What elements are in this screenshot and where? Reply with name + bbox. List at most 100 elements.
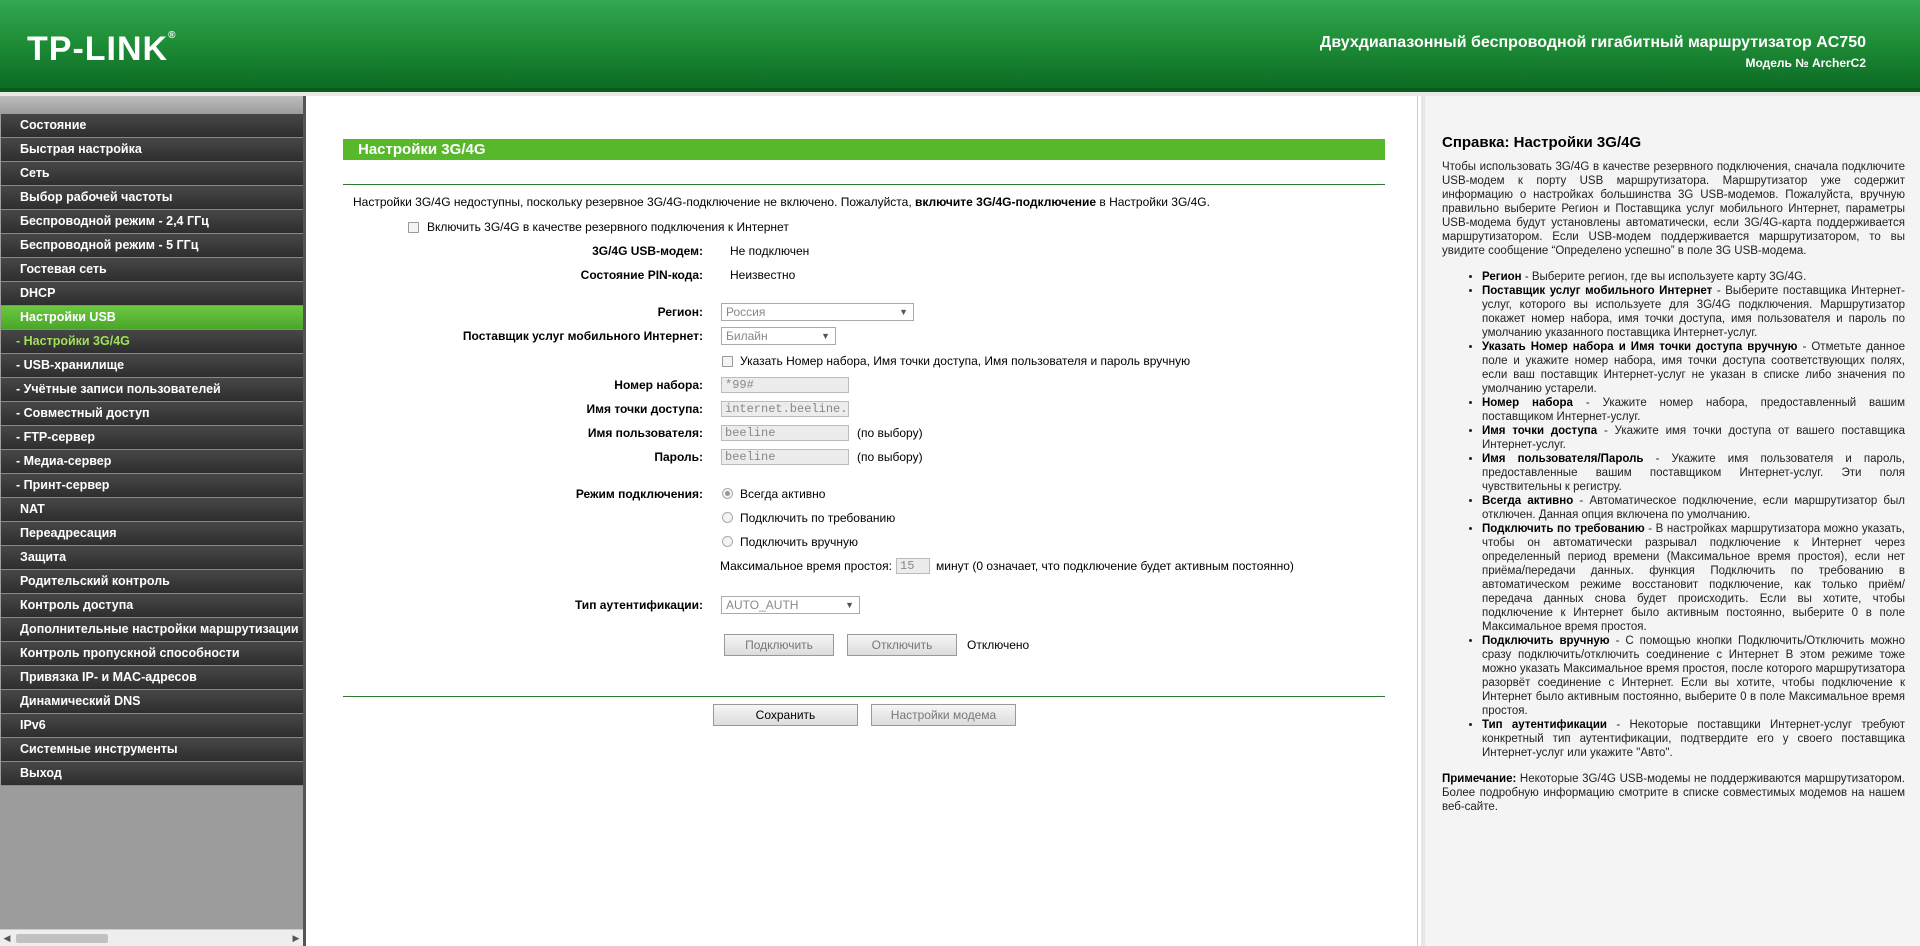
- mode-always-label: Всегда активно: [740, 487, 826, 501]
- scroll-thumb[interactable]: [16, 934, 108, 943]
- region-select[interactable]: Россия ▼: [721, 303, 914, 321]
- mode-manual-radio[interactable]: [722, 536, 733, 547]
- sidebar-item-27[interactable]: Выход: [1, 762, 303, 786]
- connect-button[interactable]: Подключить: [724, 634, 834, 656]
- auth-label: Тип аутентификации:: [574, 598, 703, 612]
- sidebar-item-15[interactable]: - Принт-сервер: [1, 474, 303, 498]
- divider: [343, 184, 1385, 185]
- divider: [343, 696, 1385, 697]
- sidebar-item-12[interactable]: - Совместный доступ: [1, 402, 303, 426]
- help-item: Регион - Выберите регион, где вы использ…: [1482, 270, 1905, 284]
- nav-list: Состояние Быстрая настройка Сеть Выбор рабо…: [0, 114, 303, 786]
- sidebar-item-11[interactable]: - Учётные записи пользователей: [1, 378, 303, 402]
- sidebar-item-2[interactable]: Сеть: [1, 162, 303, 186]
- manual-checkbox[interactable]: [722, 356, 733, 367]
- chevron-down-icon: ▼: [899, 307, 908, 317]
- manual-label: Указать Номер набора, Имя точки доступа,…: [740, 354, 1191, 368]
- sidebar-item-10[interactable]: - USB-хранилище: [1, 354, 303, 378]
- help-item: Имя пользователя/Пароль - Укажите имя по…: [1482, 452, 1905, 494]
- main-panel: Настройки 3G/4G Настройки 3G/4G недоступ…: [310, 96, 1418, 946]
- mode-manual-label: Подключить вручную: [740, 535, 858, 549]
- username-input[interactable]: beeline: [721, 425, 849, 441]
- modem-value: Не подключен: [730, 244, 810, 258]
- idle-label: Максимальное время простоя:: [720, 559, 892, 573]
- apn-input[interactable]: internet.beeline.ru: [721, 401, 849, 417]
- help-item: Подключить по требованию - В настройках …: [1482, 522, 1905, 634]
- sidebar: Состояние Быстрая настройка Сеть Выбор рабо…: [0, 96, 306, 946]
- product-name: Двухдиапазонный беспроводной гигабитный …: [1319, 34, 1866, 51]
- sidebar-item-0[interactable]: Состояние: [1, 114, 303, 138]
- sidebar-item-13[interactable]: - FTP-сервер: [1, 426, 303, 450]
- password-label: Пароль:: [654, 450, 703, 464]
- sidebar-item-21[interactable]: Дополнительные настройки маршрутизации: [1, 618, 303, 642]
- sidebar-item-16[interactable]: NAT: [1, 498, 303, 522]
- sidebar-item-25[interactable]: IPv6: [1, 714, 303, 738]
- help-note: Примечание: Некоторые 3G/4G USB-модемы н…: [1442, 773, 1905, 813]
- help-item: Поставщик услуг мобильного Интернет - Вы…: [1482, 284, 1905, 340]
- isp-select[interactable]: Билайн ▼: [721, 327, 836, 345]
- notice-text: Настройки 3G/4G недоступны, поскольку ре…: [353, 195, 1210, 209]
- username-optional: (по выбору): [857, 426, 923, 440]
- idle-input[interactable]: 15: [896, 558, 930, 574]
- auth-select[interactable]: AUTO_AUTH ▼: [721, 596, 860, 614]
- scroll-left-icon[interactable]: ◀: [2, 933, 12, 943]
- sidebar-item-26[interactable]: Системные инструменты: [1, 738, 303, 762]
- connection-status: Отключено: [967, 638, 1030, 652]
- model-number: Модель № ArcherC2: [1745, 56, 1866, 70]
- sidebar-item-17[interactable]: Переадресация: [1, 522, 303, 546]
- mode-demand-label: Подключить по требованию: [740, 511, 896, 525]
- sidebar-item-6[interactable]: Гостевая сеть: [1, 258, 303, 282]
- pin-value: Неизвестно: [730, 268, 796, 282]
- isp-label: Поставщик услуг мобильного Интернет:: [462, 329, 703, 343]
- modem-settings-button[interactable]: Настройки модема: [871, 704, 1016, 726]
- sidebar-item-22[interactable]: Контроль пропускной способности: [1, 642, 303, 666]
- mode-label: Режим подключения:: [575, 487, 703, 501]
- sidebar-item-20[interactable]: Контроль доступа: [1, 594, 303, 618]
- sidebar-item-8[interactable]: Настройки USB: [1, 306, 303, 330]
- save-button[interactable]: Сохранить: [713, 704, 858, 726]
- scroll-right-icon[interactable]: ▶: [291, 933, 301, 943]
- tp-link-logo: TP-LINK®: [27, 30, 177, 68]
- username-label: Имя пользователя:: [587, 426, 703, 440]
- sidebar-item-5[interactable]: Беспроводной режим - 5 ГГц: [1, 234, 303, 258]
- sidebar-item-14[interactable]: - Медиа-сервер: [1, 450, 303, 474]
- mode-always-radio[interactable]: [722, 488, 733, 499]
- dial-input[interactable]: *99#: [721, 377, 849, 393]
- help-panel: Справка: Настройки 3G/4G Чтобы использов…: [1421, 96, 1920, 946]
- help-title: Справка: Настройки 3G/4G: [1442, 134, 1642, 151]
- help-item: Указать Номер набора и Имя точки доступа…: [1482, 340, 1905, 396]
- dial-label: Номер набора:: [614, 378, 703, 392]
- help-item: Подключить вручную - С помощью кнопки По…: [1482, 634, 1905, 718]
- sidebar-item-18[interactable]: Защита: [1, 546, 303, 570]
- enable-backup-label: Включить 3G/4G в качестве резервного под…: [427, 220, 789, 234]
- chevron-down-icon: ▼: [821, 331, 830, 341]
- chevron-down-icon: ▼: [845, 600, 854, 610]
- help-list: Регион - Выберите регион, где вы использ…: [1482, 270, 1905, 760]
- sidebar-item-9[interactable]: - Настройки 3G/4G: [1, 330, 303, 354]
- help-item: Тип аутентификации - Некоторые поставщик…: [1482, 718, 1905, 760]
- sidebar-item-3[interactable]: Выбор рабочей частоты: [1, 186, 303, 210]
- enable-backup-checkbox[interactable]: [408, 222, 419, 233]
- sidebar-top: [0, 96, 303, 114]
- mode-demand-radio[interactable]: [722, 512, 733, 523]
- pin-label: Состояние PIN-кода:: [580, 268, 703, 282]
- sidebar-item-19[interactable]: Родительский контроль: [1, 570, 303, 594]
- disconnect-button[interactable]: Отключить: [847, 634, 957, 656]
- password-input[interactable]: beeline: [721, 449, 849, 465]
- product-info: Двухдиапазонный беспроводной гигабитный …: [1320, 34, 1866, 70]
- region-label: Регион:: [657, 305, 703, 319]
- help-item: Номер набора - Укажите номер набора, пре…: [1482, 396, 1905, 424]
- idle-hint: минут (0 означает, что подключение будет…: [936, 559, 1294, 573]
- sidebar-scrollbar[interactable]: ◀ ▶: [0, 929, 303, 946]
- sidebar-item-1[interactable]: Быстрая настройка: [1, 138, 303, 162]
- help-item: Имя точки доступа - Укажите имя точки до…: [1482, 424, 1905, 452]
- page-title: Настройки 3G/4G: [343, 139, 1385, 160]
- modem-label: 3G/4G USB-модем:: [592, 244, 703, 258]
- sidebar-item-24[interactable]: Динамический DNS: [1, 690, 303, 714]
- sidebar-item-23[interactable]: Привязка IP- и MAC-адресов: [1, 666, 303, 690]
- header: TP-LINK® Двухдиапазонный беспроводной ги…: [0, 0, 1920, 92]
- password-optional: (по выбору): [857, 450, 923, 464]
- apn-label: Имя точки доступа:: [586, 402, 703, 416]
- sidebar-item-7[interactable]: DHCP: [1, 282, 303, 306]
- sidebar-item-4[interactable]: Беспроводной режим - 2,4 ГГц: [1, 210, 303, 234]
